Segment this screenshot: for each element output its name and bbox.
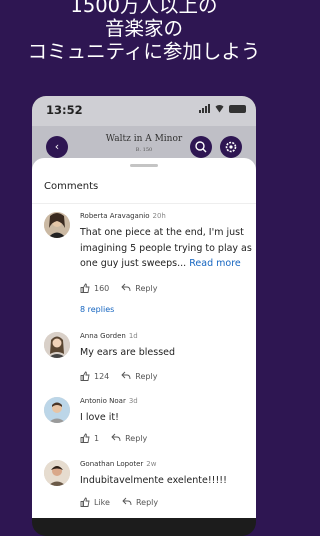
comments-sheet: Comments Roberta Aravaganio 20h That one … <box>32 158 256 518</box>
view-replies-link[interactable]: 8 replies <box>80 305 114 314</box>
comment-text: That one piece at the end, I'm just imag… <box>80 227 252 269</box>
like-button[interactable]: 1 <box>80 433 99 443</box>
headline-line-3: コミュニティに参加しよう <box>27 40 261 63</box>
reply-button[interactable]: Reply <box>121 370 157 382</box>
reply-button[interactable]: Reply <box>111 432 147 444</box>
comment-actions: 124 Reply <box>80 370 157 382</box>
settings-button[interactable] <box>220 136 242 158</box>
reply-arrow-icon <box>122 496 132 508</box>
gear-icon <box>225 141 237 153</box>
comment-time: 3d <box>128 397 138 405</box>
reply-button[interactable]: Reply <box>122 496 158 508</box>
comment-time: 1d <box>128 332 138 340</box>
zoom-button[interactable] <box>190 136 212 158</box>
reply-arrow-icon <box>121 370 131 382</box>
comment-time: 2w <box>146 460 157 468</box>
status-icons <box>199 104 246 113</box>
avatar[interactable] <box>44 460 70 486</box>
signal-icon <box>199 104 210 113</box>
thumbs-up-icon <box>80 371 90 381</box>
comment-time: 20h <box>152 212 166 220</box>
battery-icon <box>229 104 246 113</box>
headline-line-2: 音楽家の <box>104 17 183 40</box>
reply-label: Reply <box>125 433 148 443</box>
like-count: 1 <box>94 433 100 443</box>
like-button[interactable]: 124 <box>80 371 109 381</box>
headline-line-1: 1500万人以上の <box>70 0 218 17</box>
reply-arrow-icon <box>121 282 131 294</box>
thumbs-up-icon <box>80 283 90 293</box>
sheet-grabber[interactable] <box>130 164 158 167</box>
comment-author[interactable]: Anna Gorden 1d <box>80 332 138 340</box>
comments-title: Comments <box>44 181 99 192</box>
like-button[interactable]: 160 <box>80 283 109 293</box>
comment-author[interactable]: Roberta Aravaganio 20h <box>80 212 166 220</box>
like-count: 160 <box>94 283 110 293</box>
comment-text: My ears are blessed <box>80 347 176 358</box>
comment-actions: 160 Reply <box>80 282 157 294</box>
avatar[interactable] <box>44 332 70 358</box>
status-time: 13:52 <box>46 103 83 117</box>
score-subtitle: B. 150 <box>135 147 153 153</box>
comment-author[interactable]: Gonathan Lopoter 2w <box>80 460 156 468</box>
promo-headline: 1500万人以上の 音楽家の コミュニティに参加しよう <box>0 0 288 63</box>
comment-author[interactable]: Antonio Noar 3d <box>80 397 138 405</box>
like-button[interactable]: Like <box>80 497 110 507</box>
comment-actions: Like Reply <box>80 496 158 508</box>
like-count: 124 <box>94 371 110 381</box>
avatar[interactable] <box>44 212 70 238</box>
score-title: Waltz in A Minor <box>105 134 183 144</box>
reply-button[interactable]: Reply <box>121 282 157 294</box>
reply-label: Reply <box>135 283 158 293</box>
reply-label: Reply <box>135 371 158 381</box>
back-arrow-icon: ‹ <box>54 140 60 153</box>
read-more-link[interactable]: Read more <box>189 258 241 269</box>
avatar[interactable] <box>44 397 70 423</box>
like-label: Like <box>94 497 110 507</box>
thumbs-up-icon <box>80 497 90 507</box>
comment-text: I love it! <box>80 412 119 423</box>
reply-arrow-icon <box>111 432 121 444</box>
back-button[interactable]: ‹ <box>46 136 68 158</box>
divider <box>32 203 256 204</box>
reply-label: Reply <box>135 497 159 507</box>
wifi-icon <box>214 104 225 113</box>
thumbs-up-icon <box>80 433 90 443</box>
zoom-icon <box>195 141 207 153</box>
comment-text: Indubitavelmente exelente!!!!! <box>80 475 227 486</box>
comment-actions: 1 Reply <box>80 432 147 444</box>
status-bar: 13:52 <box>32 96 256 126</box>
